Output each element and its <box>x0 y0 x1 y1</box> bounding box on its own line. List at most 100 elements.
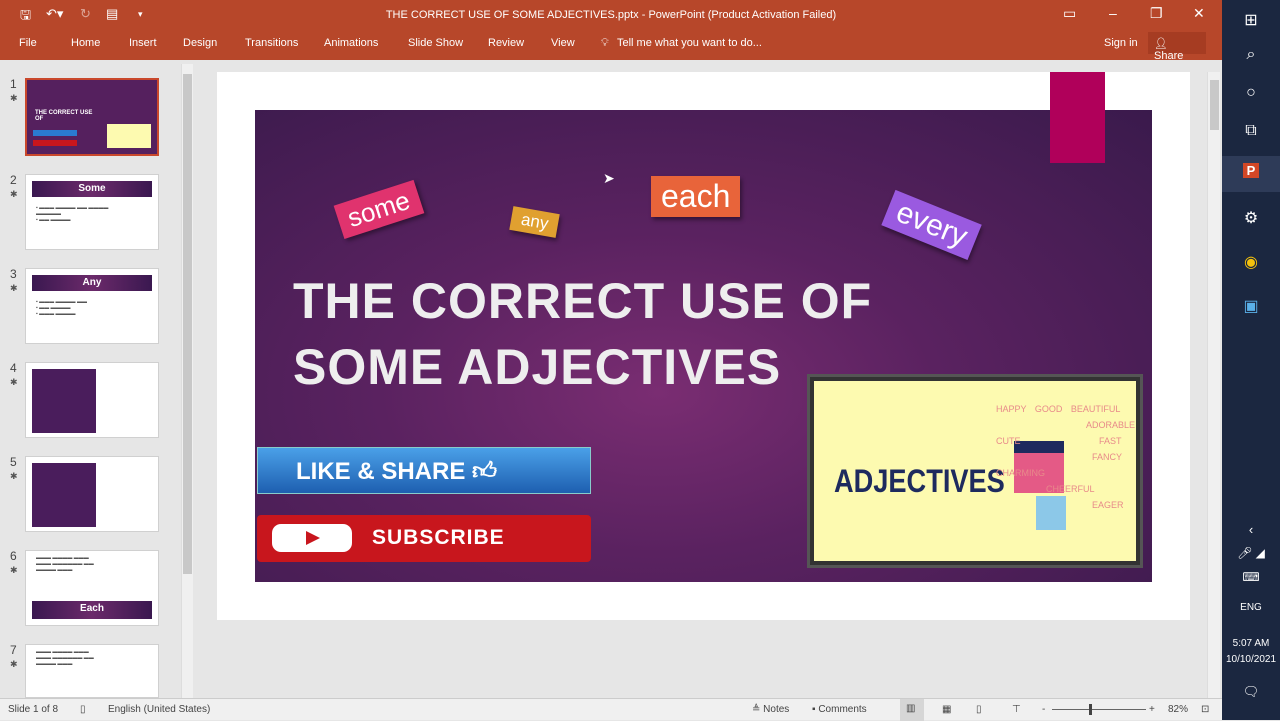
notes-button[interactable]: ≜ Notes <box>752 704 789 715</box>
person-icon: 👤︎ <box>1154 38 1168 50</box>
zoom-slider-thumb[interactable] <box>1089 704 1092 715</box>
zoom-out-icon[interactable]: - <box>1042 704 1045 715</box>
thumb-box <box>32 369 96 433</box>
windows-start-icon[interactable]: ⊞ <box>1222 10 1280 30</box>
title-line-2: SOME ADJECTIVES <box>293 339 782 395</box>
star-icon: ✱ <box>10 189 18 199</box>
word: CHEERFUL <box>1046 484 1095 494</box>
slide-thumbnail-5[interactable] <box>25 456 159 532</box>
slide-number: 4 <box>10 361 17 375</box>
language-status[interactable]: English (United States) <box>108 704 210 715</box>
subscribe-text: SUBSCRIBE <box>372 526 505 549</box>
settings-icon[interactable]: ⚙ <box>1222 208 1280 228</box>
slide-thumbnail-6[interactable]: ▬▬▬ ▬▬▬▬ ▬▬▬ ▬▬▬ ▬▬▬▬▬▬ ▬▬ ▬▬▬▬ ▬▬▬ Each <box>25 550 159 626</box>
tab-file[interactable]: File <box>19 37 37 49</box>
slide-thumbnail-4[interactable] <box>25 362 159 438</box>
slide-number: 7 <box>10 643 17 657</box>
tab-home[interactable]: Home <box>71 37 100 49</box>
zoom-in-icon[interactable]: + <box>1149 704 1155 715</box>
star-icon: ✱ <box>10 93 18 103</box>
thumbnail-scrollbar[interactable] <box>181 64 193 698</box>
thumb-like <box>33 130 77 136</box>
chrome-icon[interactable]: ◉ <box>1222 252 1280 272</box>
thumb-text: ▬▬▬ ▬▬▬▬ ▬▬▬ ▬▬▬ ▬▬▬▬▬▬ ▬▬ ▬▬▬▬ ▬▬▬ <box>36 649 94 667</box>
slide-thumbnail-1[interactable]: THE CORRECT USE OF <box>25 78 159 156</box>
word: CUTE <box>996 436 1021 446</box>
zoom-percent[interactable]: 82% <box>1168 704 1188 715</box>
comments-button[interactable]: ▪ Comments <box>812 704 867 715</box>
magenta-accent-bar <box>1050 72 1105 163</box>
restore-icon[interactable]: ❐ <box>1150 5 1163 22</box>
mouse-cursor-icon: ➤ <box>603 170 615 186</box>
scroll-thumb[interactable] <box>183 74 192 574</box>
star-icon: ✱ <box>10 283 18 293</box>
tab-slide-show[interactable]: Slide Show <box>408 37 463 49</box>
reading-view-icon[interactable]: ▯ <box>976 704 982 715</box>
word: FANCY <box>1092 452 1123 462</box>
slide-scrollbar[interactable] <box>1207 72 1220 698</box>
normal-view-icon[interactable]: ▥ <box>900 699 924 721</box>
thumb-title: THE CORRECT USE OF <box>35 110 93 122</box>
thumb-text: ▪ ▬▬▬ ▬▬▬▬ ▬▬ ▪ ▬▬ ▬▬▬▬ ▪ ▬▬▬ ▬▬▬▬ <box>36 299 87 317</box>
word: EAGER <box>1092 500 1124 510</box>
star-icon: ✱ <box>10 659 18 669</box>
ribbon-display-icon[interactable]: ▭ <box>1063 5 1076 22</box>
word: GOOD <box>1034 404 1063 414</box>
star-icon: ✱ <box>10 471 18 481</box>
tell-me-input[interactable]: Tell me what you want to do... <box>617 37 762 49</box>
thumb-image <box>107 124 151 148</box>
tab-design[interactable]: Design <box>183 37 217 49</box>
notifications-icon[interactable]: 🗨︎ <box>1222 684 1280 700</box>
word: CHARMING <box>996 468 1045 478</box>
tag-any: any <box>509 206 561 238</box>
thumbs-up-icon: 👍︎ <box>472 458 498 485</box>
sign-in-link[interactable]: Sign in <box>1104 37 1138 49</box>
photos-icon[interactable]: ▣ <box>1222 296 1280 316</box>
tab-view[interactable]: View <box>551 37 575 49</box>
powerpoint-taskbar-icon[interactable]: P <box>1222 156 1280 192</box>
zoom-slider[interactable] <box>1052 704 1146 715</box>
thumb-header: Any <box>32 275 152 291</box>
search-icon[interactable]: ⌕ <box>1222 46 1280 64</box>
slide-number: 2 <box>10 173 17 187</box>
tab-insert[interactable]: Insert <box>129 37 157 49</box>
star-icon: ✱ <box>10 565 18 575</box>
slide-sorter-icon[interactable]: ▦ <box>942 704 951 715</box>
title-bar: 🖫 ↶▾ ↻ ▤ ▾ THE CORRECT USE OF SOME ADJEC… <box>0 0 1222 62</box>
youtube-play-icon <box>272 524 352 552</box>
comments-label: Comments <box>818 704 867 715</box>
cortana-icon[interactable]: ○ <box>1222 84 1280 102</box>
star-icon: ✱ <box>10 377 18 387</box>
slide-thumbnail-3[interactable]: Any ▪ ▬▬▬ ▬▬▬▬ ▬▬ ▪ ▬▬ ▬▬▬▬ ▪ ▬▬▬ ▬▬▬▬ <box>25 268 159 344</box>
keyboard-icon[interactable]: ⌨ <box>1222 570 1280 584</box>
spellcheck-icon[interactable]: ▯ <box>80 704 86 715</box>
minimize-icon[interactable]: – <box>1109 5 1117 21</box>
like-share-banner: LIKE & SHARE 👍︎ <box>257 447 591 494</box>
task-view-icon[interactable]: ⧉ <box>1222 122 1280 140</box>
slide-number: 3 <box>10 267 17 281</box>
clock-time[interactable]: 5:07 AM <box>1222 638 1280 649</box>
like-share-text: LIKE & SHARE <box>296 458 466 485</box>
slide-thumbnail-2[interactable]: Some ▪ ▬▬▬ ▬▬▬▬ ▬▬ ▬▬▬▬ ▬▬▬▬▬ ▪ ▬▬ ▬▬▬▬ <box>25 174 159 250</box>
adjectives-image: ADJECTIVES HAPPY GOOD BEAUTIFUL ADORABLE C… <box>810 377 1140 565</box>
scroll-thumb[interactable] <box>1210 80 1219 130</box>
language-indicator[interactable]: ENG <box>1222 602 1280 613</box>
word: FAST <box>1099 436 1122 446</box>
share-button[interactable]: 👤︎ Share <box>1148 32 1206 62</box>
tag-each: each <box>651 176 741 217</box>
close-icon[interactable]: ✕ <box>1193 5 1205 22</box>
slide-title: THE CORRECT USE OF SOME ADJECTIVES <box>293 268 872 400</box>
volume-network-icon[interactable]: 🎤︎ ◢ <box>1222 546 1280 560</box>
tab-transitions[interactable]: Transitions <box>245 37 298 49</box>
clock-date[interactable]: 10/10/2021 <box>1222 654 1280 665</box>
slide-thumbnail-7[interactable]: ▬▬▬ ▬▬▬▬ ▬▬▬ ▬▬▬ ▬▬▬▬▬▬ ▬▬ ▬▬▬▬ ▬▬▬ <box>25 644 159 698</box>
thumb-box <box>32 463 96 527</box>
slide-number: 6 <box>10 549 17 563</box>
show-hidden-icons-icon[interactable]: ‹ <box>1222 522 1280 537</box>
slideshow-icon[interactable]: ⊤ <box>1012 704 1021 715</box>
thumb-text: ▬▬▬ ▬▬▬▬ ▬▬▬ ▬▬▬ ▬▬▬▬▬▬ ▬▬ ▬▬▬▬ ▬▬▬ <box>36 555 94 573</box>
tab-review[interactable]: Review <box>488 37 524 49</box>
tab-animations[interactable]: Animations <box>324 37 378 49</box>
fit-to-window-icon[interactable]: ⊡ <box>1201 704 1209 715</box>
word: ADORABLE <box>1086 420 1136 430</box>
